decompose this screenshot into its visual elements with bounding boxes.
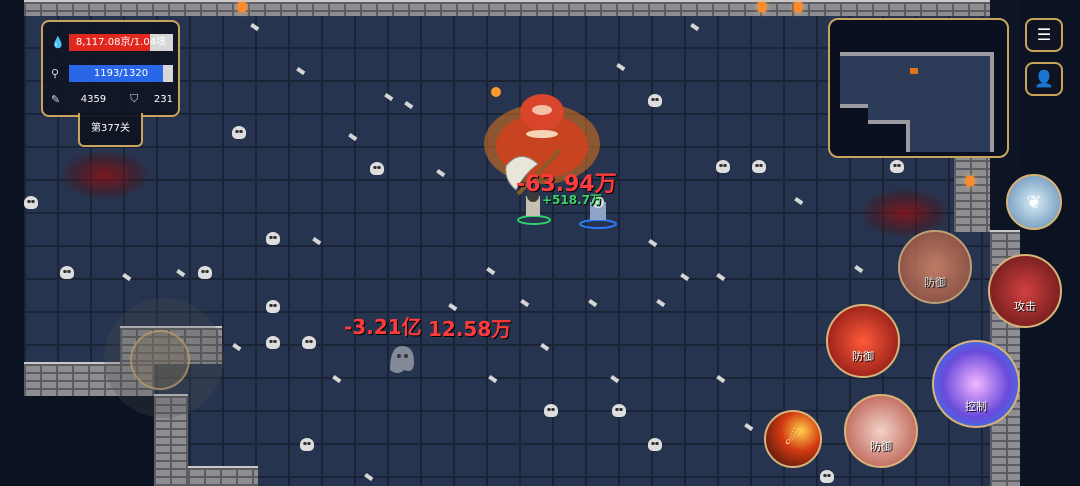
skull <box>300 438 314 451</box>
skull <box>266 232 280 245</box>
skill-fireball-button[interactable]: ☄ <box>764 410 822 468</box>
hp-text: 8,117.08京/1.04垓 <box>75 36 167 48</box>
skill-defense-label: 防御 <box>852 350 874 363</box>
torch <box>966 176 974 186</box>
skull <box>752 160 766 173</box>
joystick-knob[interactable] <box>130 330 190 390</box>
torch <box>794 2 802 12</box>
blood-pool <box>60 150 150 200</box>
torch <box>238 2 246 12</box>
skill-defense-button[interactable]: 防御 <box>898 230 972 304</box>
minimap-player-marker <box>910 68 918 74</box>
mp-row: ⚲ 1193/1320 <box>51 64 173 82</box>
skull <box>648 94 662 107</box>
minimap-wall <box>906 124 910 152</box>
player-stats-panel: 💧 8,117.08京/1.04垓 ⚲ 1193/1320 ✎ 4359 ⛉ 2… <box>41 20 180 117</box>
minimap[interactable] <box>828 18 1009 158</box>
skill-control-label: 控制 <box>965 400 987 413</box>
angel-wings-icon: ❦ <box>1026 192 1042 213</box>
game-screen: ▬ ▬ ▬ ▬ ▬ ▬ ▬ ▬ ▬ ▬ ▬ ▬ ▬ ▬ ▬ ▬ ▬ ▬ ▬ ▬ … <box>0 0 1080 486</box>
drop-icon: 💧 <box>51 35 65 49</box>
left-void <box>0 0 24 486</box>
menu-button[interactable]: ☰ <box>1025 18 1063 52</box>
ghost-damage-number: 12.58万 <box>428 317 512 341</box>
shield-icon: ⛉ <box>130 92 139 105</box>
skull <box>266 300 280 313</box>
skill-control-button[interactable]: 控制 <box>932 340 1020 428</box>
hp-row: 💧 8,117.08京/1.04垓 <box>51 33 173 51</box>
skull <box>716 160 730 173</box>
skull <box>612 404 626 417</box>
heal-number: +518.7万 <box>542 193 603 207</box>
skill-defense-button[interactable]: 防御 <box>844 394 918 468</box>
person-icon: 👤 <box>1034 69 1054 88</box>
defense-value: 231 <box>153 93 173 105</box>
skill-defense-label: 防御 <box>870 440 892 453</box>
skull <box>266 336 280 349</box>
skull <box>60 266 74 279</box>
mp-text: 1193/1320 <box>93 67 149 79</box>
level-label: 第377关 <box>78 113 143 147</box>
skull <box>370 162 384 175</box>
sword-icon: ✎ <box>51 92 61 106</box>
skull <box>648 438 662 451</box>
right-wall-upper <box>954 150 990 232</box>
skull <box>232 126 246 139</box>
skull <box>890 160 904 173</box>
minimap-wall <box>868 120 910 124</box>
meteor-icon: ☄ <box>784 428 802 449</box>
minimap-wall <box>990 52 994 152</box>
profile-button[interactable]: 👤 <box>1025 62 1063 96</box>
skull <box>24 196 38 209</box>
minimap-wall <box>840 104 868 108</box>
attack-defense-row: ✎ 4359 ⛉ 231 <box>51 90 173 108</box>
skill-defense-label: 防御 <box>924 276 946 289</box>
skull <box>544 404 558 417</box>
magnifier-icon: ⚲ <box>51 66 60 80</box>
hp-bar: 8,117.08京/1.04垓 <box>69 33 173 51</box>
minimap-floor <box>868 104 910 120</box>
skull <box>820 470 834 483</box>
bottom-wall <box>188 466 258 486</box>
skull <box>302 336 316 349</box>
skull <box>198 266 212 279</box>
mp-bar: 1193/1320 <box>69 64 173 82</box>
skill-ultimate-button[interactable]: ❦ <box>1006 174 1062 230</box>
skill-attack-button[interactable]: 攻击 <box>988 254 1062 328</box>
minimap-floor <box>840 56 990 104</box>
attack-value: 4359 <box>80 93 107 105</box>
minimap-floor <box>910 104 990 152</box>
skill-defense-button[interactable]: 防御 <box>826 304 900 378</box>
top-wall <box>24 0 990 16</box>
torch <box>758 2 766 12</box>
ghost-damage-number: -3.21亿 <box>344 315 422 339</box>
ghost-monster[interactable] <box>384 340 418 378</box>
skill-attack-label: 攻击 <box>1014 300 1036 313</box>
